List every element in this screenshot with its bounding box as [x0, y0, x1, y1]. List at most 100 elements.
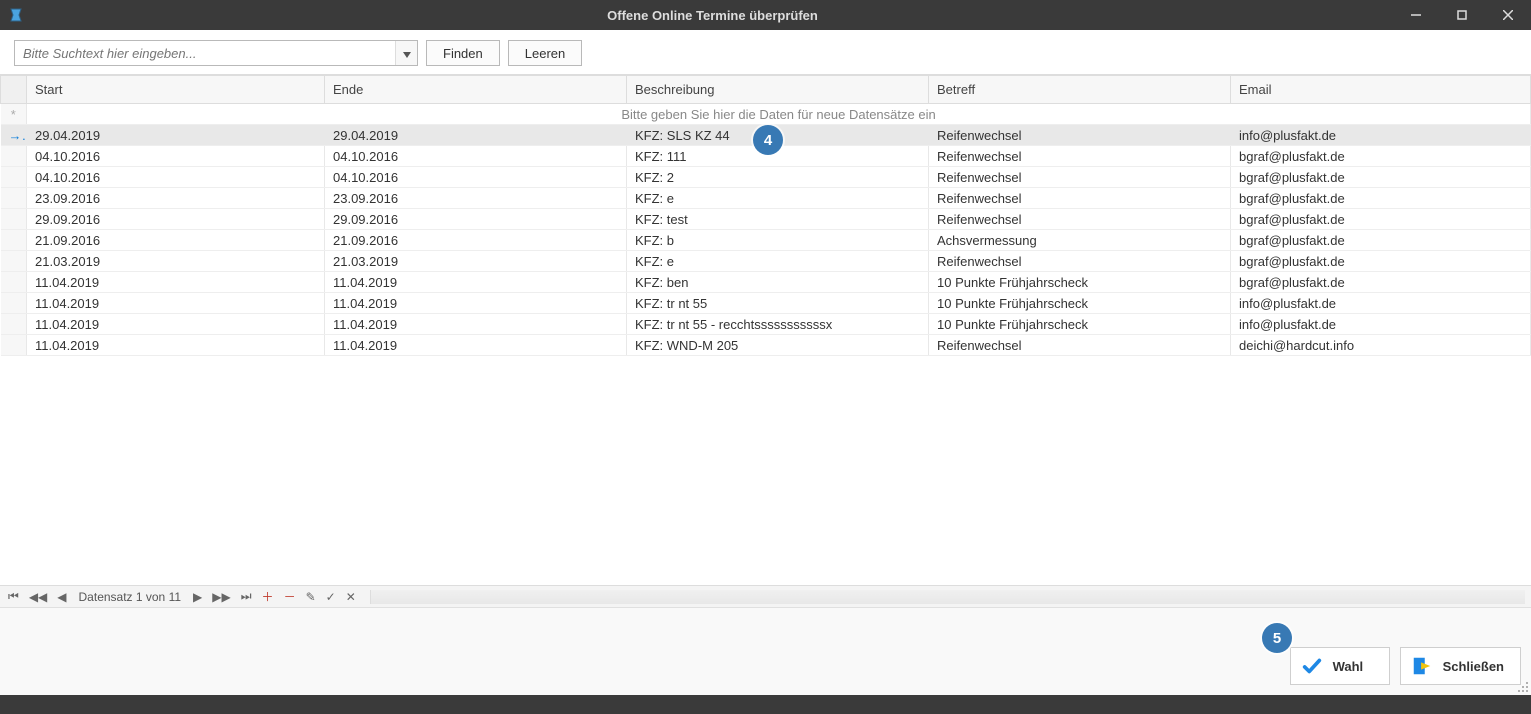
cell-ende[interactable]: 11.04.2019	[325, 314, 627, 335]
cell-email[interactable]: bgraf@plusfakt.de	[1231, 272, 1531, 293]
cell-ende[interactable]: 21.09.2016	[325, 230, 627, 251]
cell-email[interactable]: deichi@hardcut.info	[1231, 335, 1531, 356]
col-ende[interactable]: Ende	[325, 76, 627, 104]
nav-status-text: Datensatz 1 von 11	[75, 590, 186, 604]
row-indicator	[1, 146, 27, 167]
cell-ende[interactable]: 11.04.2019	[325, 272, 627, 293]
nav-commit-button[interactable]: ✓	[324, 590, 338, 604]
cell-ende[interactable]: 04.10.2016	[325, 167, 627, 188]
cell-beschreibung[interactable]: KFZ: b	[627, 230, 929, 251]
nav-delete-button[interactable]: －	[282, 588, 298, 605]
col-beschreibung[interactable]: Beschreibung	[627, 76, 929, 104]
nav-prev-page-button[interactable]: ◀◀	[27, 590, 49, 604]
cell-start[interactable]: 11.04.2019	[27, 272, 325, 293]
cell-ende[interactable]: 29.04.2019	[325, 125, 627, 146]
cell-start[interactable]: 21.03.2019	[27, 251, 325, 272]
new-row[interactable]: *Bitte geben Sie hier die Daten für neue…	[1, 104, 1531, 125]
cell-start[interactable]: 23.09.2016	[27, 188, 325, 209]
table-row[interactable]: 21.09.201621.09.2016KFZ: bAchsvermessung…	[1, 230, 1531, 251]
nav-next-button[interactable]: ▶	[191, 590, 204, 604]
cell-start[interactable]: 11.04.2019	[27, 293, 325, 314]
col-email[interactable]: Email	[1231, 76, 1531, 104]
nav-first-button[interactable]: ⏮	[6, 589, 21, 604]
cell-beschreibung[interactable]: KFZ: SLS KZ 44	[627, 125, 929, 146]
new-row-hint: Bitte geben Sie hier die Daten für neue …	[27, 104, 1531, 125]
navigator-scroll-track[interactable]	[370, 590, 1525, 604]
cell-email[interactable]: bgraf@plusfakt.de	[1231, 146, 1531, 167]
close-action-button[interactable]: Schließen	[1400, 647, 1521, 685]
table-row[interactable]: 21.03.201921.03.2019KFZ: eReifenwechselb…	[1, 251, 1531, 272]
cell-email[interactable]: info@plusfakt.de	[1231, 125, 1531, 146]
cell-betreff[interactable]: Achsvermessung	[929, 230, 1231, 251]
table-row[interactable]: 23.09.201623.09.2016KFZ: eReifenwechselb…	[1, 188, 1531, 209]
table-row[interactable]: 29.09.201629.09.2016KFZ: testReifenwechs…	[1, 209, 1531, 230]
cell-betreff[interactable]: Reifenwechsel	[929, 209, 1231, 230]
search-input[interactable]	[14, 40, 418, 66]
cell-beschreibung[interactable]: KFZ: tr nt 55	[627, 293, 929, 314]
cell-ende[interactable]: 21.03.2019	[325, 251, 627, 272]
col-betreff[interactable]: Betreff	[929, 76, 1231, 104]
nav-edit-button[interactable]: ✎	[304, 590, 318, 604]
cell-ende[interactable]: 04.10.2016	[325, 146, 627, 167]
cell-betreff[interactable]: Reifenwechsel	[929, 125, 1231, 146]
cell-email[interactable]: bgraf@plusfakt.de	[1231, 251, 1531, 272]
table-row[interactable]: 11.04.201911.04.2019KFZ: WND-M 205Reifen…	[1, 335, 1531, 356]
row-indicator	[1, 209, 27, 230]
maximize-button[interactable]	[1439, 0, 1485, 30]
table-row[interactable]: 11.04.201911.04.2019KFZ: tr nt 55 - recc…	[1, 314, 1531, 335]
cell-beschreibung[interactable]: KFZ: tr nt 55 - recchtsssssssssssx	[627, 314, 929, 335]
row-indicator	[1, 314, 27, 335]
find-button[interactable]: Finden	[426, 40, 500, 66]
cell-betreff[interactable]: 10 Punkte Frühjahrscheck	[929, 314, 1231, 335]
cell-start[interactable]: 29.09.2016	[27, 209, 325, 230]
cell-beschreibung[interactable]: KFZ: e	[627, 251, 929, 272]
cell-beschreibung[interactable]: KFZ: WND-M 205	[627, 335, 929, 356]
resize-grip-icon[interactable]	[1517, 681, 1529, 693]
cell-email[interactable]: bgraf@plusfakt.de	[1231, 167, 1531, 188]
cell-ende[interactable]: 23.09.2016	[325, 188, 627, 209]
table-row[interactable]: →29.04.201929.04.2019KFZ: SLS KZ 44Reife…	[1, 125, 1531, 146]
search-dropdown-button[interactable]	[395, 41, 417, 65]
nav-prev-button[interactable]: ◀	[55, 590, 68, 604]
cell-start[interactable]: 21.09.2016	[27, 230, 325, 251]
table-row[interactable]: 04.10.201604.10.2016KFZ: 111Reifenwechse…	[1, 146, 1531, 167]
cell-ende[interactable]: 11.04.2019	[325, 335, 627, 356]
col-start[interactable]: Start	[27, 76, 325, 104]
cell-beschreibung[interactable]: KFZ: ben	[627, 272, 929, 293]
nav-add-button[interactable]: ＋	[260, 588, 276, 605]
cell-beschreibung[interactable]: KFZ: 111	[627, 146, 929, 167]
cell-email[interactable]: bgraf@plusfakt.de	[1231, 230, 1531, 251]
table-row[interactable]: 11.04.201911.04.2019KFZ: tr nt 5510 Punk…	[1, 293, 1531, 314]
cell-betreff[interactable]: Reifenwechsel	[929, 146, 1231, 167]
cell-beschreibung[interactable]: KFZ: test	[627, 209, 929, 230]
minimize-button[interactable]	[1393, 0, 1439, 30]
cell-beschreibung[interactable]: KFZ: 2	[627, 167, 929, 188]
nav-next-page-button[interactable]: ▶▶	[210, 590, 232, 604]
cell-start[interactable]: 04.10.2016	[27, 146, 325, 167]
cell-start[interactable]: 29.04.2019	[27, 125, 325, 146]
cell-betreff[interactable]: Reifenwechsel	[929, 167, 1231, 188]
cell-start[interactable]: 11.04.2019	[27, 314, 325, 335]
cell-start[interactable]: 11.04.2019	[27, 335, 325, 356]
table-row[interactable]: 04.10.201604.10.2016KFZ: 2Reifenwechselb…	[1, 167, 1531, 188]
nav-last-button[interactable]: ⏭	[239, 589, 254, 604]
table-row[interactable]: 11.04.201911.04.2019KFZ: ben10 Punkte Fr…	[1, 272, 1531, 293]
cell-email[interactable]: info@plusfakt.de	[1231, 314, 1531, 335]
window: Offene Online Termine überprüfen Finden …	[0, 0, 1531, 714]
cell-ende[interactable]: 29.09.2016	[325, 209, 627, 230]
cell-email[interactable]: bgraf@plusfakt.de	[1231, 209, 1531, 230]
nav-cancel-button[interactable]: ✕	[344, 590, 358, 604]
cell-email[interactable]: info@plusfakt.de	[1231, 293, 1531, 314]
cell-betreff[interactable]: 10 Punkte Frühjahrscheck	[929, 272, 1231, 293]
cell-email[interactable]: bgraf@plusfakt.de	[1231, 188, 1531, 209]
clear-button[interactable]: Leeren	[508, 40, 582, 66]
select-button[interactable]: Wahl	[1290, 647, 1390, 685]
cell-ende[interactable]: 11.04.2019	[325, 293, 627, 314]
cell-betreff[interactable]: Reifenwechsel	[929, 251, 1231, 272]
cell-betreff[interactable]: 10 Punkte Frühjahrscheck	[929, 293, 1231, 314]
cell-betreff[interactable]: Reifenwechsel	[929, 188, 1231, 209]
close-button[interactable]	[1485, 0, 1531, 30]
cell-beschreibung[interactable]: KFZ: e	[627, 188, 929, 209]
cell-betreff[interactable]: Reifenwechsel	[929, 335, 1231, 356]
cell-start[interactable]: 04.10.2016	[27, 167, 325, 188]
